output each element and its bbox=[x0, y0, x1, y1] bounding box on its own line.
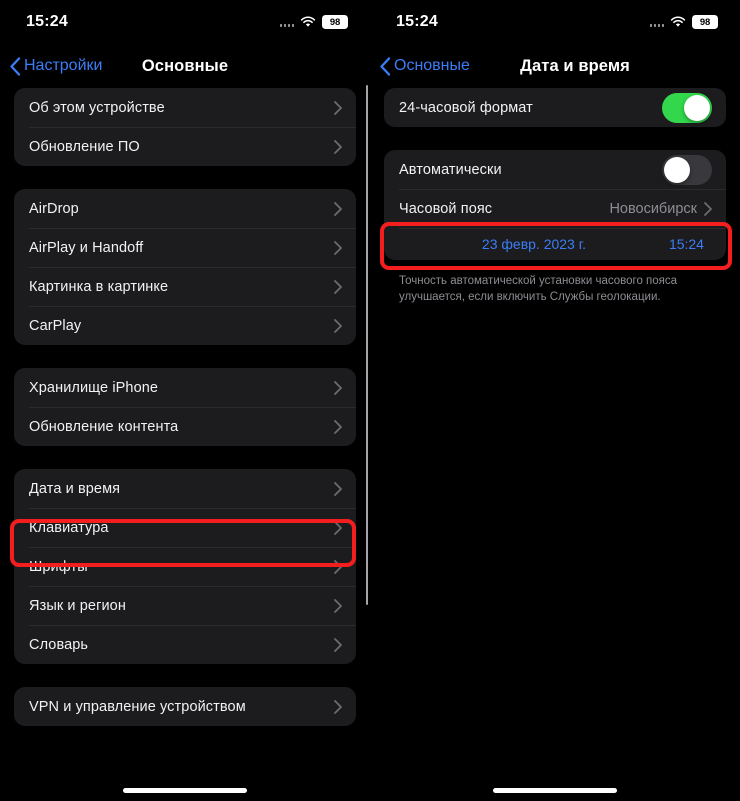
row-airplay-handoff[interactable]: AirPlay и Handoff bbox=[14, 228, 356, 267]
row-date-and-time[interactable]: Дата и время bbox=[14, 469, 356, 508]
home-indicator-right bbox=[493, 788, 617, 793]
row-label: VPN и управление устройством bbox=[29, 698, 246, 715]
nav-bar-right: Основные Дата и время bbox=[370, 44, 740, 88]
row-label: Автоматически bbox=[399, 161, 502, 178]
battery-icon: 98 bbox=[322, 15, 348, 29]
status-indicators: 98 bbox=[279, 15, 348, 29]
row-keyboard[interactable]: Клавиатура bbox=[14, 508, 356, 547]
status-bar-right: 15:24 98 bbox=[370, 0, 740, 44]
back-button-label: Основные bbox=[394, 57, 470, 74]
row-language-and-region[interactable]: Язык и регион bbox=[14, 586, 356, 625]
row-label: 24-часовой формат bbox=[399, 99, 533, 116]
row-dictionary[interactable]: Словарь bbox=[14, 625, 356, 664]
row-airdrop[interactable]: AirDrop bbox=[14, 189, 356, 228]
toggle-automatic[interactable] bbox=[662, 154, 712, 185]
row-label: Хранилище iPhone bbox=[29, 379, 159, 396]
settings-group-vpn: VPN и управление устройством bbox=[14, 687, 356, 726]
chevron-right-icon bbox=[334, 240, 342, 255]
row-label: Клавиатура bbox=[29, 519, 109, 536]
settings-group-connectivity: AirDrop AirPlay и Handoff Картинка в кар… bbox=[14, 189, 356, 345]
back-button-label: Настройки bbox=[24, 57, 103, 74]
chevron-right-icon bbox=[334, 598, 342, 613]
settings-group-time-format: 24-часовой формат bbox=[384, 88, 726, 127]
chevron-right-icon bbox=[334, 419, 342, 434]
row-label: Об этом устройстве bbox=[29, 99, 165, 116]
status-bar-left: 15:24 98 bbox=[0, 0, 370, 44]
row-label: Обновление контента bbox=[29, 418, 179, 435]
row-automatic[interactable]: Автоматически bbox=[384, 150, 726, 189]
home-indicator-left bbox=[123, 788, 247, 793]
settings-list-general: Об этом устройстве Обновление ПО AirDrop… bbox=[0, 88, 370, 726]
row-label: AirPlay и Handoff bbox=[29, 239, 144, 256]
row-label: Часовой пояс bbox=[399, 200, 493, 217]
row-label: Картинка в картинке bbox=[29, 278, 169, 295]
back-button-general[interactable]: Основные bbox=[379, 56, 470, 76]
toggle-knob bbox=[684, 94, 710, 121]
left-phone-screen: 15:24 98 Настройки Основные Об этом устр… bbox=[0, 0, 370, 801]
right-phone-screen: 15:24 98 Основные Дата и время 24-часово… bbox=[370, 0, 740, 801]
chevron-left-icon bbox=[10, 56, 21, 76]
row-label: Обновление ПО bbox=[29, 138, 140, 155]
row-current-datetime[interactable]: 23 февр. 2023 г. 15:24 bbox=[384, 228, 726, 260]
row-label: CarPlay bbox=[29, 317, 82, 334]
chevron-right-icon bbox=[334, 279, 342, 294]
chevron-right-icon bbox=[334, 380, 342, 395]
chevron-left-icon bbox=[380, 56, 391, 76]
chevron-right-icon bbox=[334, 699, 342, 714]
settings-group-timezone: Автоматически Часовой пояс Новосибирск 2… bbox=[384, 150, 726, 260]
settings-group-device: Об этом устройстве Обновление ПО bbox=[14, 88, 356, 166]
wifi-icon bbox=[670, 16, 686, 27]
row-value-time-zone: Новосибирск bbox=[609, 200, 697, 217]
chevron-right-icon bbox=[704, 201, 712, 216]
wifi-icon bbox=[300, 16, 316, 27]
settings-group-localization: Дата и время Клавиатура Шрифты Язык и ре… bbox=[14, 469, 356, 664]
row-background-refresh[interactable]: Обновление контента bbox=[14, 407, 356, 446]
chevron-right-icon bbox=[334, 201, 342, 216]
chevron-right-icon bbox=[334, 100, 342, 115]
row-about-device[interactable]: Об этом устройстве bbox=[14, 88, 356, 127]
row-24-hour-format[interactable]: 24-часовой формат bbox=[384, 88, 726, 127]
current-time-value[interactable]: 15:24 bbox=[669, 236, 704, 252]
back-button-settings[interactable]: Настройки bbox=[9, 56, 103, 76]
row-label: Дата и время bbox=[29, 480, 121, 497]
chevron-right-icon bbox=[334, 520, 342, 535]
status-time: 15:24 bbox=[26, 13, 68, 30]
row-label: Шрифты bbox=[29, 558, 88, 575]
row-software-update[interactable]: Обновление ПО bbox=[14, 127, 356, 166]
row-vpn-device-management[interactable]: VPN и управление устройством bbox=[14, 687, 356, 726]
toggle-knob bbox=[664, 156, 690, 183]
row-label: AirDrop bbox=[29, 200, 79, 217]
row-label: Словарь bbox=[29, 636, 89, 653]
battery-icon: 98 bbox=[692, 15, 718, 29]
toggle-24-hour-format[interactable] bbox=[662, 92, 712, 123]
chevron-right-icon bbox=[334, 481, 342, 496]
dual-screenshot-container: 15:24 98 Настройки Основные Об этом устр… bbox=[0, 0, 740, 801]
scrollbar-left[interactable] bbox=[365, 85, 368, 605]
chevron-right-icon bbox=[334, 637, 342, 652]
signal-dots-icon bbox=[649, 18, 664, 27]
row-iphone-storage[interactable]: Хранилище iPhone bbox=[14, 368, 356, 407]
chevron-right-icon bbox=[334, 139, 342, 154]
chevron-right-icon bbox=[334, 559, 342, 574]
status-indicators: 98 bbox=[649, 15, 718, 29]
signal-dots-icon bbox=[279, 18, 294, 27]
current-date-value[interactable]: 23 февр. 2023 г. bbox=[482, 236, 586, 252]
row-label: Язык и регион bbox=[29, 597, 126, 614]
row-fonts[interactable]: Шрифты bbox=[14, 547, 356, 586]
timezone-footnote: Точность автоматической установки часово… bbox=[399, 275, 678, 303]
row-picture-in-picture[interactable]: Картинка в картинке bbox=[14, 267, 356, 306]
date-time-settings-list: 24-часовой формат Автоматически Часовой … bbox=[370, 88, 740, 305]
chevron-right-icon bbox=[334, 318, 342, 333]
row-carplay[interactable]: CarPlay bbox=[14, 306, 356, 345]
nav-bar-left: Настройки Основные bbox=[0, 44, 370, 88]
settings-group-storage: Хранилище iPhone Обновление контента bbox=[14, 368, 356, 446]
status-time: 15:24 bbox=[396, 13, 438, 30]
row-time-zone[interactable]: Часовой пояс Новосибирск bbox=[384, 189, 726, 228]
